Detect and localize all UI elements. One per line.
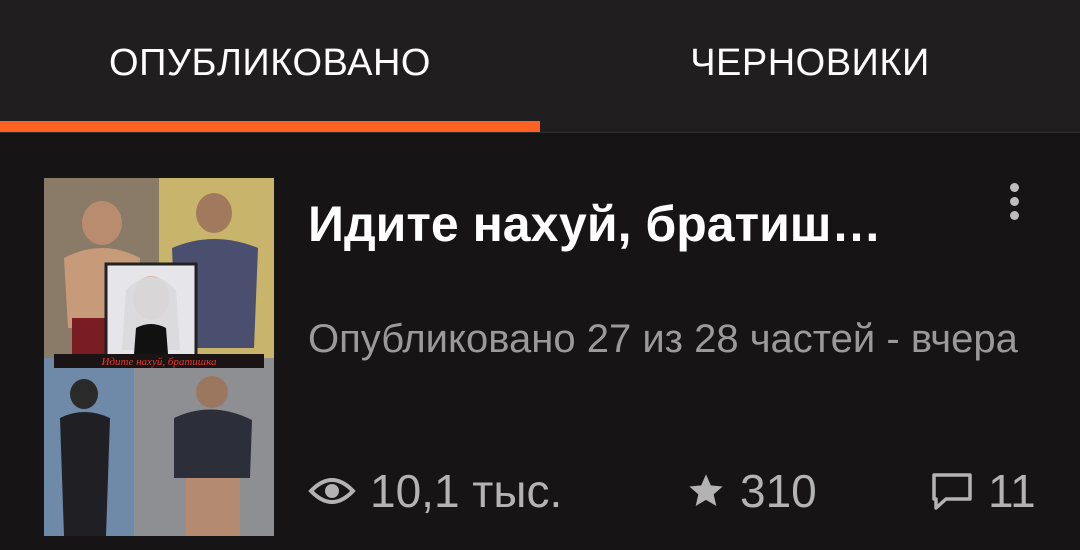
tab-drafts-label: ЧЕРНОВИКИ (690, 41, 930, 84)
votes-stat: 310 (686, 463, 817, 519)
tab-drafts[interactable]: ЧЕРНОВИКИ (540, 0, 1080, 132)
views-stat: 10,1 тыс. (308, 463, 562, 519)
views-count: 10,1 тыс. (370, 465, 563, 517)
story-stats: 10,1 тыс. 310 11 (308, 463, 1080, 519)
tab-published-label: ОПУБЛИКОВАНО (109, 41, 431, 84)
story-publish-status: Опубликовано 27 из 28 частей - вчера (308, 317, 1018, 361)
story-title[interactable]: Идите нахуй, братиш… (308, 193, 968, 255)
comments-stat: 11 (930, 463, 1036, 519)
story-cover-image[interactable]: Идите нахуй, братишка (44, 178, 274, 536)
active-tab-indicator (0, 121, 540, 132)
eye-icon (308, 478, 356, 504)
star-icon (689, 474, 723, 506)
votes-count: 310 (740, 465, 817, 517)
comments-count: 11 (988, 465, 1036, 517)
tab-bar: ОПУБЛИКОВАНО ЧЕРНОВИКИ (0, 0, 1080, 133)
cover-title-text: Идите нахуй, братишка (101, 356, 217, 368)
tab-published[interactable]: ОПУБЛИКОВАНО (0, 0, 540, 132)
comment-icon (932, 473, 972, 510)
story-card[interactable]: Идите нахуй, братишка Идите нахуй, брати… (0, 133, 1080, 550)
more-vertical-icon[interactable] (996, 173, 1032, 229)
